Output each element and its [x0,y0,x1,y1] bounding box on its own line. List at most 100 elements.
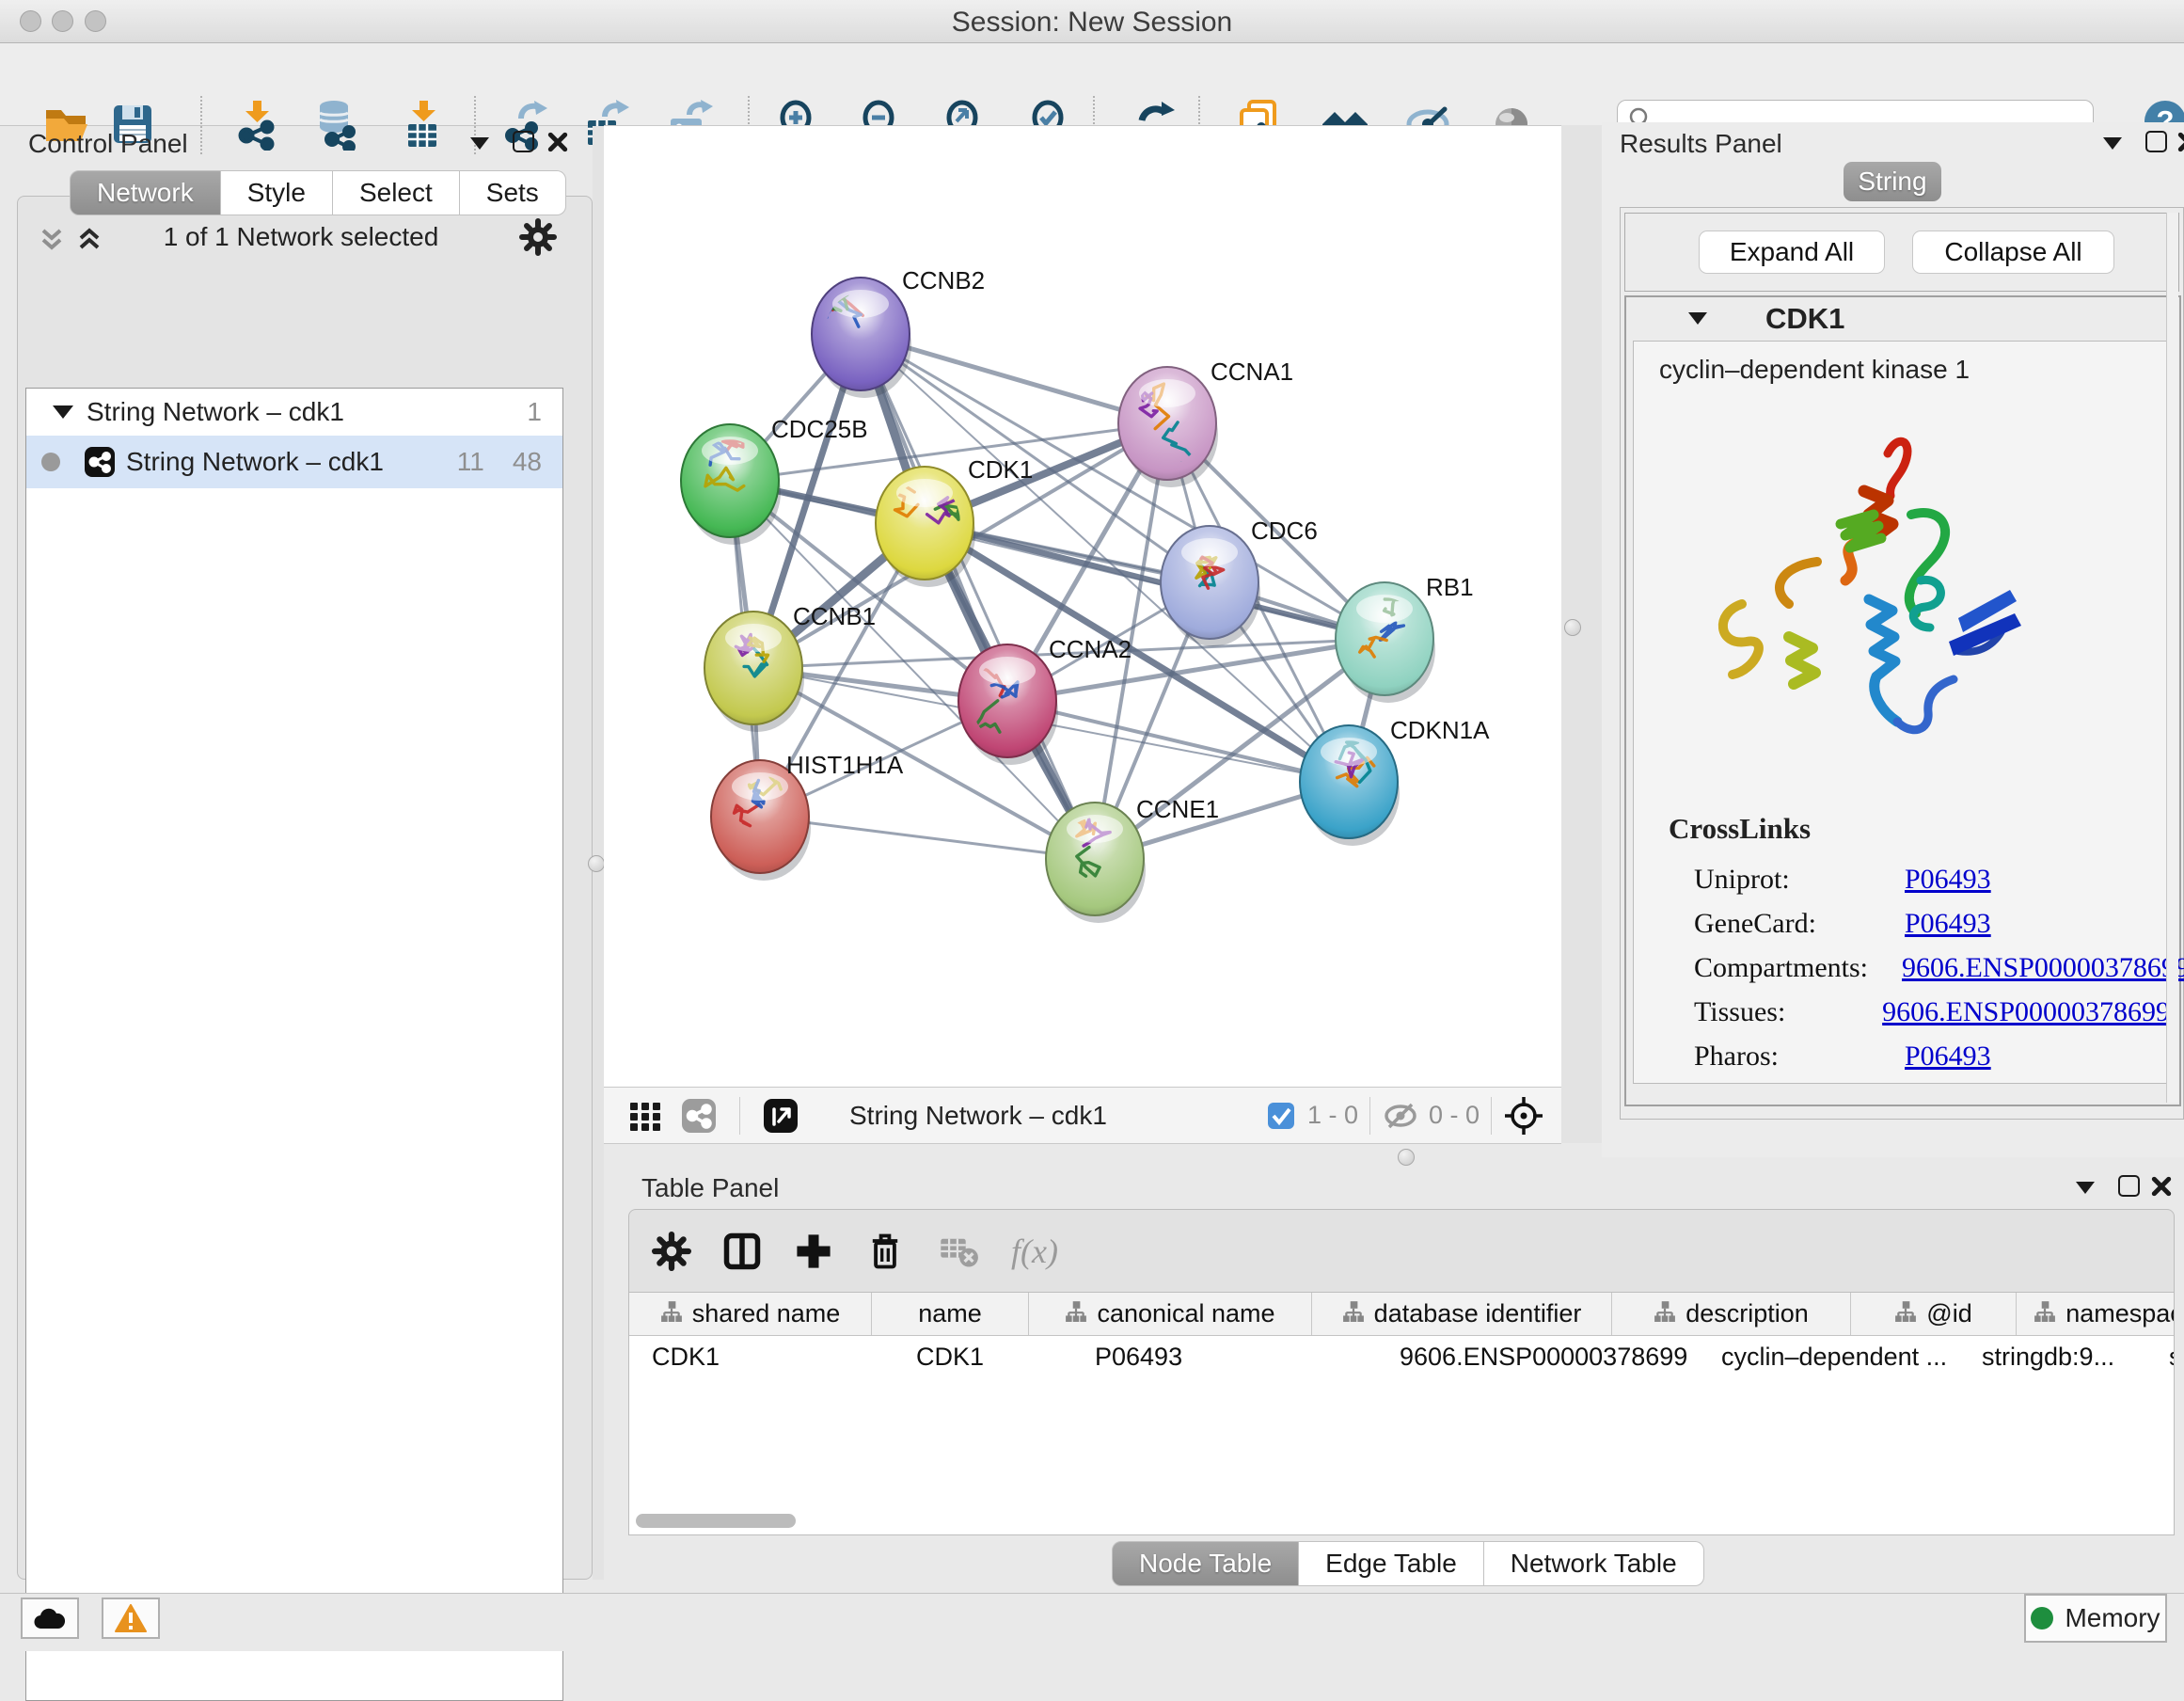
column-header-description[interactable]: description [1612,1293,1851,1335]
table-cell[interactable]: P06493 [1072,1336,1377,1378]
network-node-count: 11 [457,447,484,477]
table-cell[interactable]: 9606.ENSP00000378699 [1377,1336,1699,1378]
network-node-CDK1[interactable]: CDK1 [876,455,1033,587]
show-columns-icon[interactable] [721,1231,763,1272]
column-label: @id [1926,1299,1971,1328]
column-label: description [1685,1299,1809,1328]
tab-network[interactable]: Network [70,170,221,215]
table-cell[interactable]: CDK1 [894,1336,1072,1378]
network-node-CDC6[interactable]: CDC6 [1161,517,1318,646]
tab-edge-table[interactable]: Edge Table [1299,1541,1484,1586]
network-collection-row[interactable]: String Network – cdk1 1 [26,389,562,436]
table-toolbar: f(x) [628,1209,2175,1294]
network-node-HIST1H1A[interactable]: HIST1H1A [711,751,904,881]
results-panel-close-icon[interactable] [2177,132,2184,152]
control-panel-close-icon[interactable] [547,132,568,152]
network-row[interactable]: String Network – cdk1 11 48 [26,436,562,488]
table-gear-icon[interactable] [652,1232,691,1271]
crosslinks-title: CrossLinks [1669,812,1811,846]
column-header-namespace[interactable]: namespace [2017,1293,2175,1335]
network-mode-icon[interactable] [679,1096,719,1136]
results-panel-maximize-button[interactable] [2145,131,2167,152]
column-header-name[interactable]: name [872,1293,1029,1335]
tab-select[interactable]: Select [333,170,460,215]
node-table[interactable]: shared name name canonical name database id… [628,1292,2175,1535]
table-row[interactable]: CDK1CDK1P064939606.ENSP00000378699cyclin… [629,1336,2174,1378]
node-label: CCNE1 [1136,795,1219,823]
grid-mode-icon[interactable] [626,1097,664,1135]
tree-expander-icon[interactable] [53,405,73,419]
crosslink-label: GeneCard: [1634,908,1871,940]
function-builder-button: f(x) [1011,1232,1058,1271]
network-edge[interactable] [1007,701,1349,782]
table-header-row: shared name name canonical name database id… [629,1293,2174,1336]
crosslink-link[interactable]: P06493 [1905,1041,1991,1073]
column-header-database-identifier[interactable]: database identifier [1312,1293,1612,1335]
control-panel-maximize-button[interactable] [513,131,534,152]
left-splitter[interactable] [593,126,604,1580]
table-panel-maximize-button[interactable] [2118,1175,2140,1197]
title-bar: Session: New Session [0,0,2184,43]
table-cell[interactable]: cyclin–dependent ... [1699,1336,1959,1378]
tab-style[interactable]: Style [221,170,333,215]
network-canvas[interactable]: CCNB2CCNA1CDC25BCDK1CDC6RB1CCNB1CCNA2CDK… [604,125,1561,1087]
horizontal-splitter-handle[interactable] [1398,1149,1415,1166]
column-label: canonical name [1097,1299,1274,1328]
column-type-icon [1654,1299,1676,1328]
gene-section-expander[interactable] [1688,312,1707,325]
window-title: Session: New Session [0,7,2184,39]
tab-network-table[interactable]: Network Table [1484,1541,1704,1586]
column-type-icon [2034,1299,2056,1328]
crosslink-link[interactable]: P06493 [1905,908,1991,940]
tab-string[interactable]: String [1844,162,1941,201]
network-node-CCNE1[interactable]: CCNE1 [1046,795,1219,923]
collapse-all-button[interactable]: Collapse All [1912,231,2114,274]
add-column-icon[interactable] [793,1231,834,1272]
tab-node-table[interactable]: Node Table [1112,1541,1299,1586]
gene-detail-box: cyclin–dependent kinase 1 [1633,341,2171,1084]
crosslink-row: Compartments:9606.ENSP00000378699 [1634,946,2170,990]
cloud-button[interactable] [21,1598,79,1639]
selected-checkbox-icon[interactable] [1266,1101,1296,1131]
results-scrollbar[interactable] [2166,213,2178,1103]
node-label: HIST1H1A [786,751,904,779]
results-panel-float-button[interactable] [2103,137,2122,150]
memory-button[interactable]: Memory [2024,1594,2167,1643]
network-node-CDKN1A[interactable]: CDKN1A [1300,716,1490,846]
crosslink-link[interactable]: 9606.ENSP00000378699 [1902,952,2184,984]
node-label: RB1 [1426,573,1474,601]
table-panel-title: Table Panel [641,1173,779,1203]
network-node-CDC25B[interactable]: CDC25B [681,415,868,545]
column-header-shared-name[interactable]: shared name [629,1293,872,1335]
table-cell[interactable]: stringdb [2146,1336,2175,1378]
fit-selected-crosshair-icon[interactable] [1503,1095,1544,1137]
network-node-CCNB1[interactable]: CCNB1 [704,602,876,732]
left-splitter-handle[interactable] [588,855,605,872]
table-panel-close-icon[interactable] [2151,1176,2172,1197]
delete-column-icon[interactable] [864,1231,906,1272]
node-label: CDC6 [1251,517,1318,545]
network-edge[interactable] [861,334,1095,859]
network-options-gear-icon[interactable] [519,218,557,256]
warning-button[interactable] [102,1598,160,1639]
table-cell[interactable]: CDK1 [629,1336,894,1378]
right-splitter-handle[interactable] [1564,619,1581,636]
table-horizontal-scrollbar[interactable] [636,1514,796,1528]
column-header-@id[interactable]: @id [1851,1293,2017,1335]
birds-eye-view-icon[interactable] [761,1096,800,1136]
collapse-all-icon[interactable] [36,225,68,253]
crosslink-link[interactable]: 9606.ENSP00000378699 [1882,996,2170,1028]
network-node-RB1[interactable]: RB1 [1336,573,1474,703]
expand-all-button[interactable]: Expand All [1699,231,1885,274]
column-header-canonical-name[interactable]: canonical name [1029,1293,1312,1335]
table-panel-float-button[interactable] [2076,1182,2095,1194]
control-panel-float-button[interactable] [470,137,489,150]
column-label: shared name [692,1299,841,1328]
tab-sets[interactable]: Sets [460,170,566,215]
network-node-CCNA1[interactable]: CCNA1 [1118,358,1293,487]
crosslink-label: Uniprot: [1634,864,1871,896]
network-node-CCNB2[interactable]: CCNB2 [812,266,985,398]
table-cell[interactable]: stringdb:9... [1959,1336,2146,1378]
column-label: name [918,1299,982,1328]
crosslink-link[interactable]: P06493 [1905,864,1991,896]
